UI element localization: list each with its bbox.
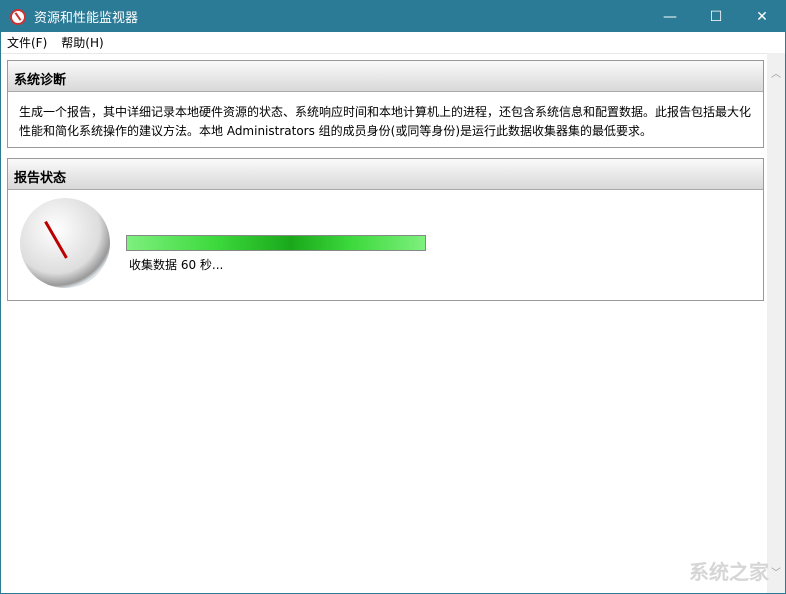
- menu-bar: 文件(F) 帮助(H): [1, 32, 785, 52]
- vertical-scrollbar[interactable]: ︿ ﹀: [767, 53, 785, 593]
- watermark: 系统之家: [689, 560, 769, 584]
- performance-monitor-icon: [10, 8, 26, 25]
- diagnosis-title: 系统诊断: [8, 61, 763, 92]
- scroll-down-icon[interactable]: ﹀: [771, 564, 781, 579]
- close-button[interactable]: ✕: [739, 1, 785, 32]
- diagnosis-description: 生成一个报告，其中详细记录本地硬件资源的状态、系统响应时间和本地计算机上的进程，…: [19, 105, 752, 138]
- window-title: 资源和性能监视器: [34, 11, 139, 26]
- status-text: 收集数据 60 秒...: [129, 258, 224, 272]
- title-bar: 资源和性能监视器 — ☐ ✕: [1, 1, 785, 32]
- report-status-panel: 报告状态 收集数据 60 秒...: [7, 158, 764, 301]
- content-area: 系统诊断 生成一个报告，其中详细记录本地硬件资源的状态、系统响应时间和本地计算机…: [1, 53, 768, 593]
- menu-help[interactable]: 帮助(H): [61, 34, 103, 51]
- progress-bar: [126, 235, 426, 251]
- maximize-button[interactable]: ☐: [693, 1, 739, 32]
- menu-file[interactable]: 文件(F): [7, 34, 47, 51]
- minimize-button[interactable]: —: [647, 1, 693, 32]
- report-status-title: 报告状态: [8, 159, 763, 190]
- scroll-up-icon[interactable]: ︿: [771, 65, 781, 80]
- diagnosis-panel: 系统诊断 生成一个报告，其中详细记录本地硬件资源的状态、系统响应时间和本地计算机…: [7, 60, 764, 148]
- gauge-icon: [20, 198, 110, 288]
